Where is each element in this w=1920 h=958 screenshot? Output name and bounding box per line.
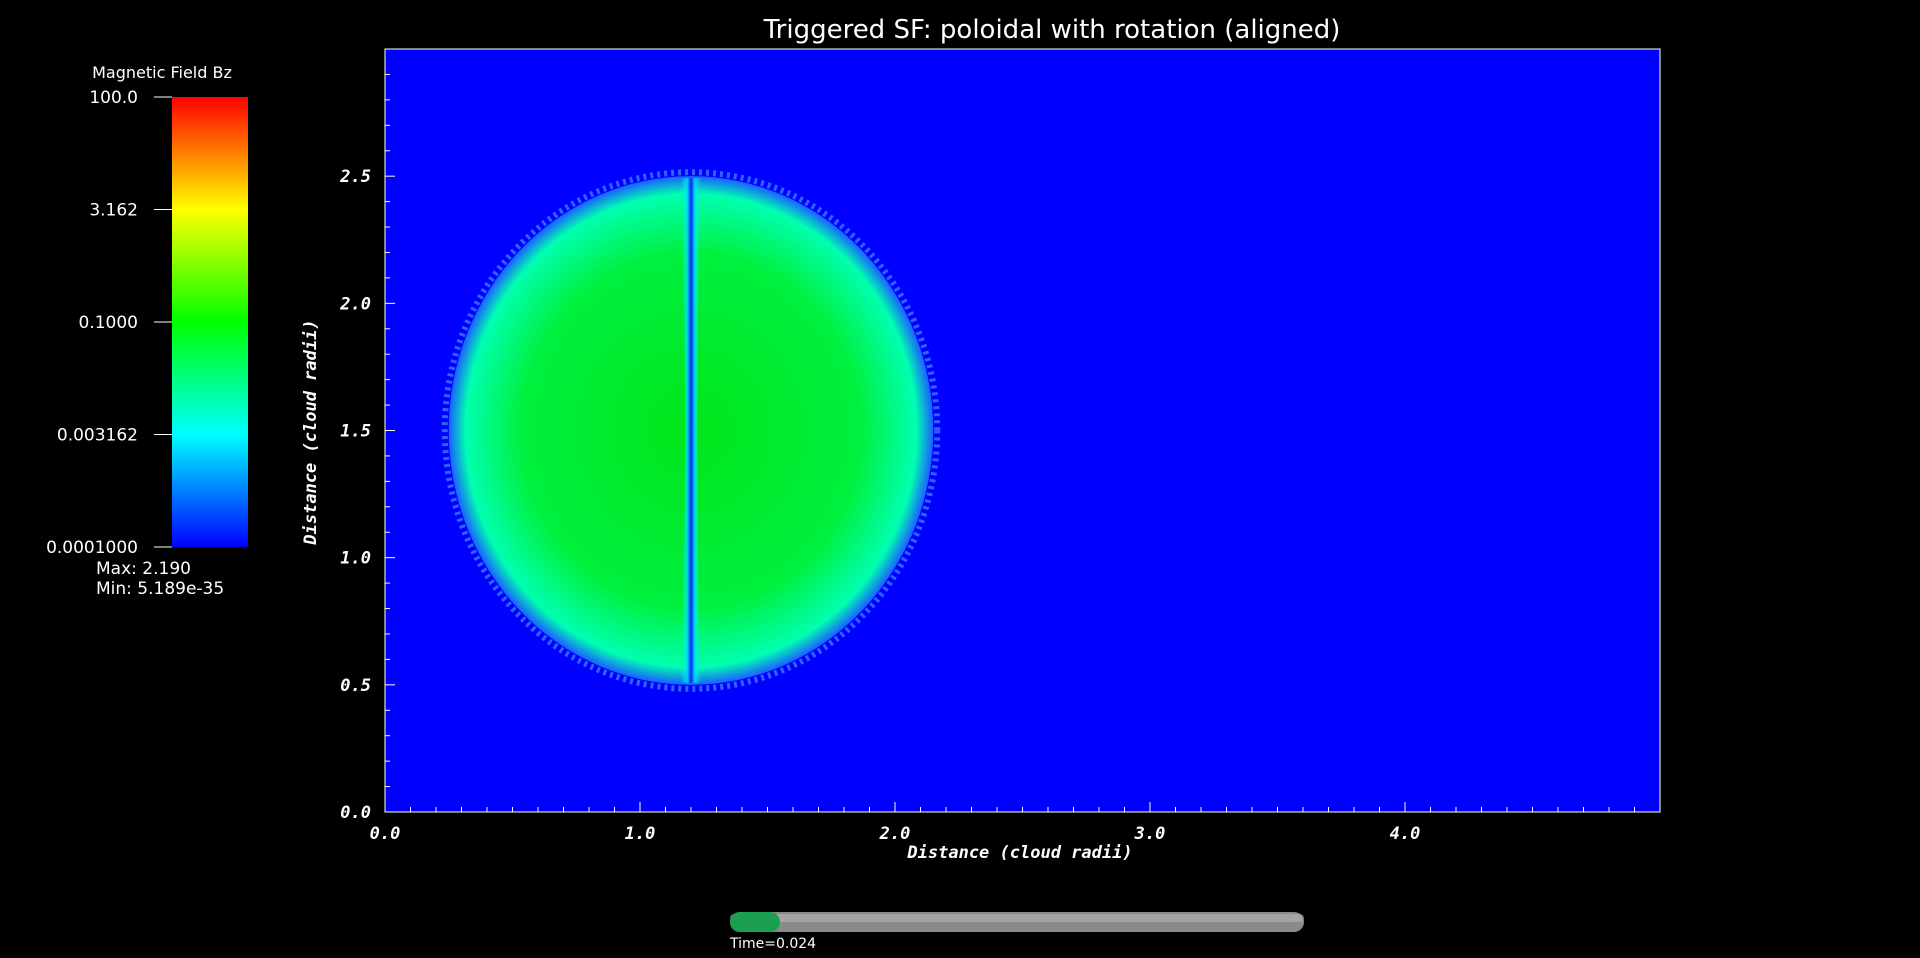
y-tick-label: 2.0 bbox=[339, 294, 371, 314]
time-slider[interactable]: Time=0.024 bbox=[729, 912, 1304, 952]
colorbar-max: Max: 2.190 bbox=[96, 559, 191, 579]
x-tick-label: 2.0 bbox=[879, 824, 911, 844]
colorbar-tick-label: 0.0001000 bbox=[46, 538, 138, 558]
y-tick-label: 2.5 bbox=[339, 167, 371, 187]
colorbar-min: Min: 5.189e-35 bbox=[96, 579, 224, 599]
colorbar-title: Magnetic Field Bz bbox=[92, 63, 232, 82]
y-axis-title: Distance (cloud radii) bbox=[301, 319, 321, 545]
y-tick-label: 0.5 bbox=[340, 676, 371, 696]
x-axis-title: Distance (cloud radii) bbox=[906, 843, 1132, 863]
x-tick-label: 0.0 bbox=[370, 824, 401, 844]
plot-title: Triggered SF: poloidal with rotation (al… bbox=[763, 15, 1341, 45]
colorbar-tick-label: 0.1000 bbox=[79, 313, 138, 333]
colorbar-ticks: 100.0 3.162 0.1000 0.003162 0.0001000 bbox=[46, 88, 172, 558]
time-slider-track-shine bbox=[730, 914, 1304, 922]
colorbar-tick-label: 3.162 bbox=[89, 201, 138, 221]
y-tick-label: 0.0 bbox=[340, 803, 371, 823]
colorbar-tick-label: 0.003162 bbox=[57, 426, 138, 446]
colorbar: Magnetic Field Bz 100.0 3.162 0.1000 0.0031… bbox=[46, 63, 248, 599]
visualization-canvas: Triggered SF: poloidal with rotation (al… bbox=[46, 15, 1661, 952]
colorbar-tick-label: 100.0 bbox=[89, 88, 138, 108]
colorbar-gradient bbox=[172, 97, 248, 547]
y-tick-label: 1.5 bbox=[340, 422, 371, 442]
x-tick-label: 3.0 bbox=[1134, 824, 1166, 844]
y-tick-label: 1.0 bbox=[340, 549, 371, 569]
time-label: Time=0.024 bbox=[729, 936, 816, 952]
time-slider-progress bbox=[730, 912, 780, 932]
plot-area bbox=[384, 48, 1661, 813]
x-tick-label: 4.0 bbox=[1390, 824, 1421, 844]
x-tick-label: 1.0 bbox=[625, 824, 656, 844]
